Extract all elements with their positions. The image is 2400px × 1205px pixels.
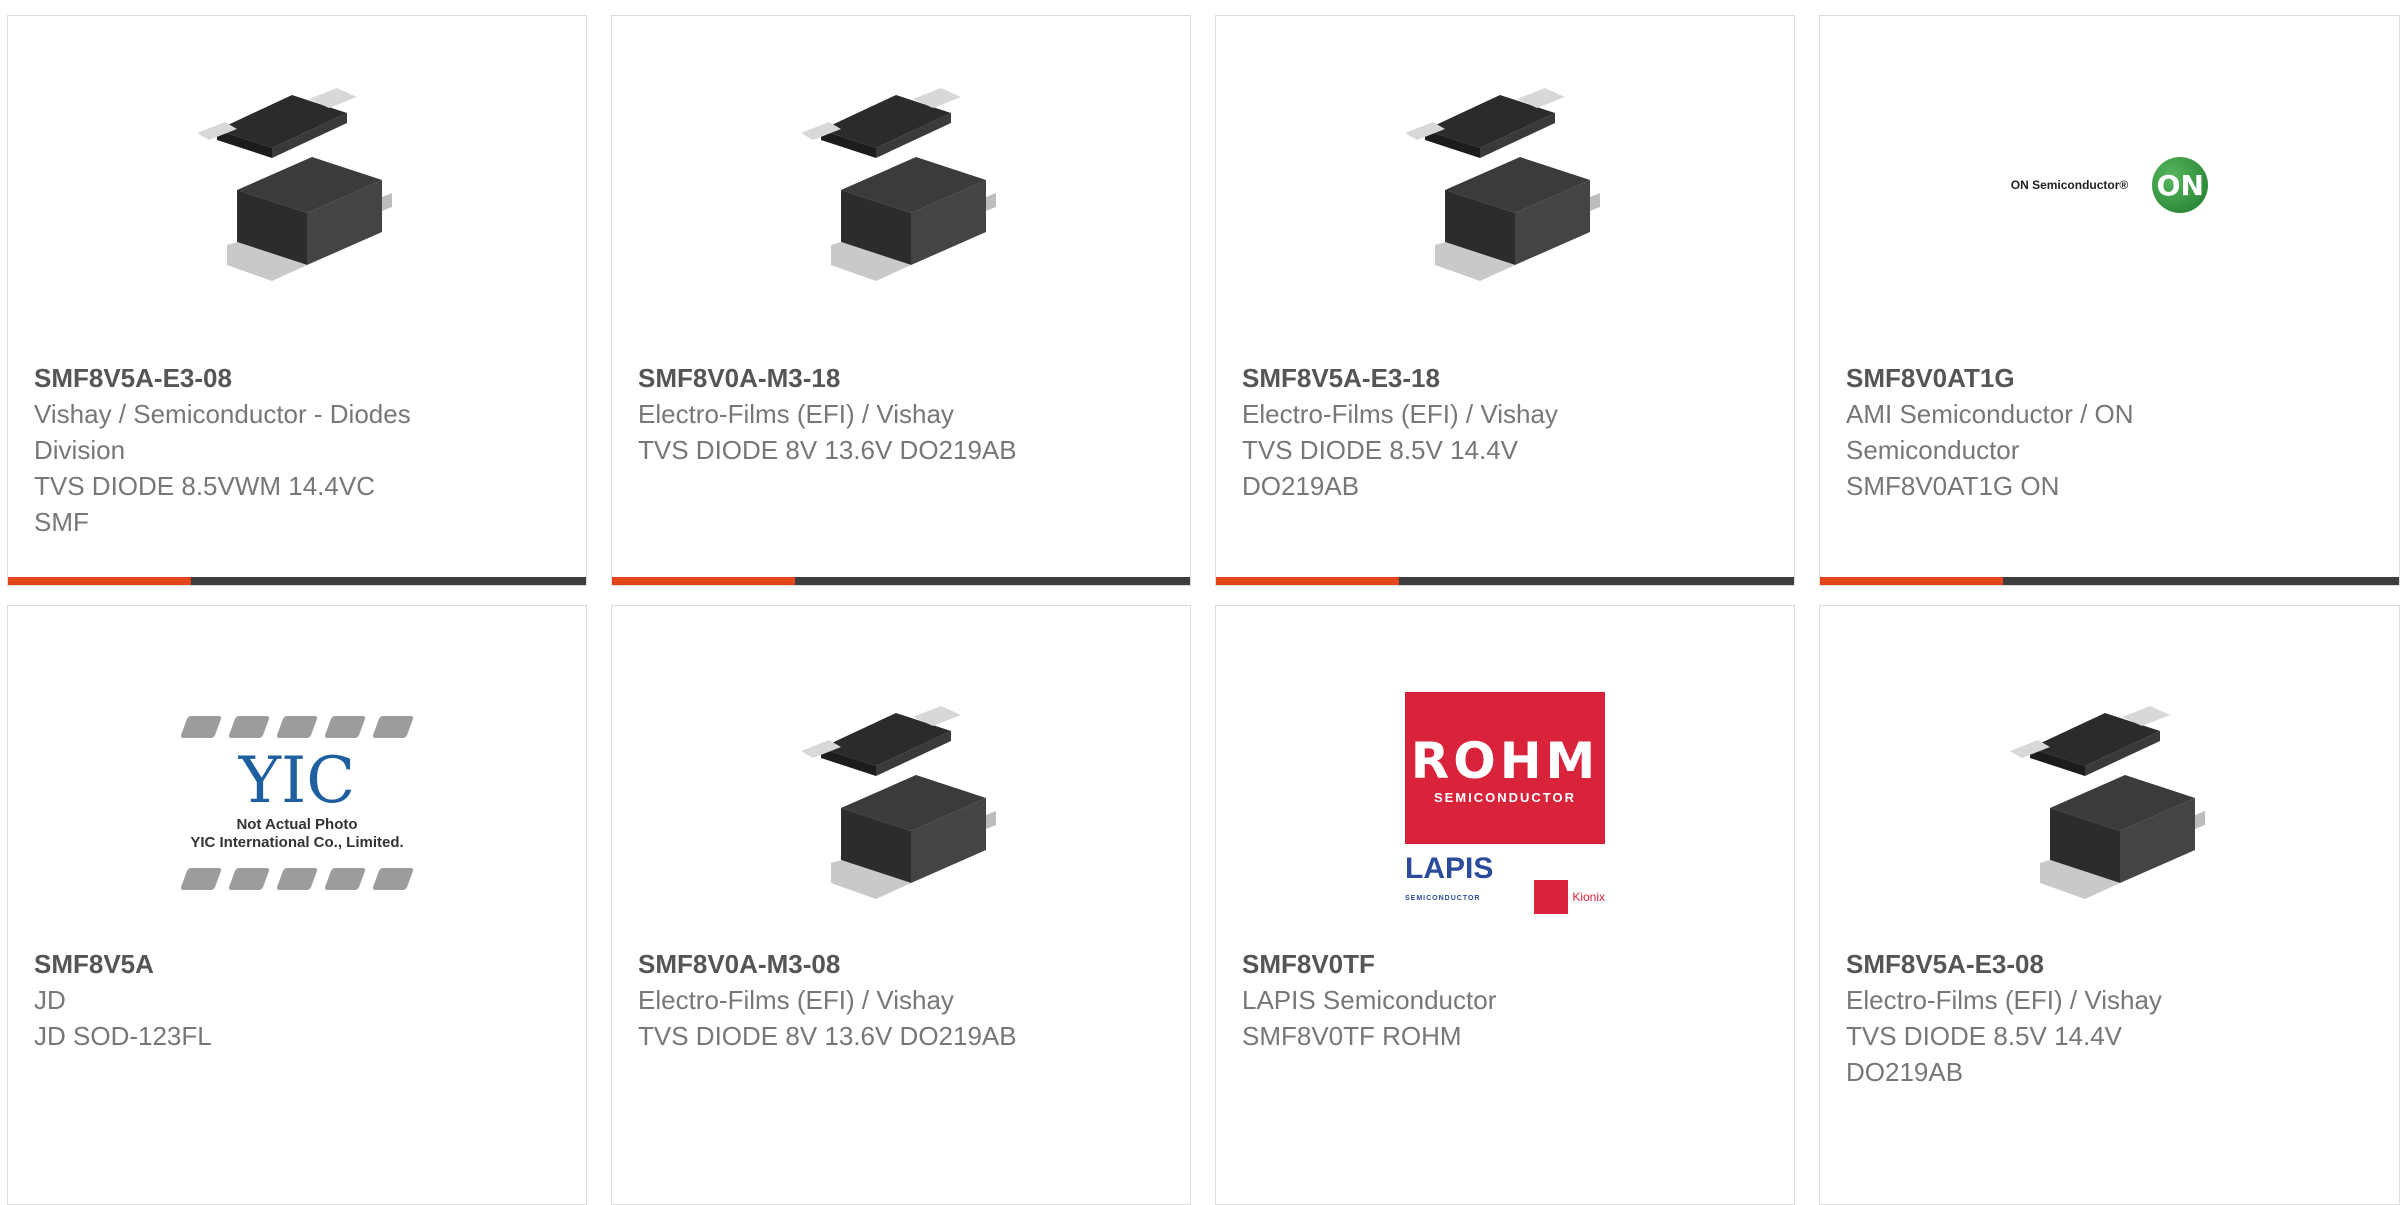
rohm-logo-block: ROHM SEMICONDUCTOR (1405, 692, 1605, 844)
card-bottom-bar (1216, 577, 1794, 585)
description: SMF8V0TF ROHM (1242, 1021, 1462, 1051)
yic-note-1: Not Actual Photo (236, 816, 358, 833)
product-card[interactable]: ROHM SEMICONDUCTOR LAPIS SEMICONDUCTOR K… (1215, 605, 1795, 1205)
product-image[interactable] (612, 668, 1190, 938)
description: SMF8V0AT1G ON (1846, 471, 2060, 501)
lapis-logo-text: LAPIS (1405, 852, 1494, 885)
product-info: SMF8V0A-M3-18 Electro-Films (EFI) / Vish… (638, 360, 1164, 468)
description: JD SOD-123FL (34, 1021, 212, 1051)
on-semiconductor-logo: ON Semiconductor® ON (2011, 157, 2209, 213)
product-info: SMF8V5A JD JD SOD-123FL (34, 946, 560, 1054)
card-bottom-bar (8, 577, 586, 585)
part-number[interactable]: SMF8V0TF (1242, 946, 1768, 982)
product-grid: SMF8V5A-E3-08 Vishay / Semiconductor - D… (0, 0, 2400, 1205)
rohm-logo-subtext: SEMICONDUCTOR (1433, 789, 1577, 805)
manufacturer: Vishay / Semiconductor - Diodes Division (34, 399, 411, 465)
diode-package-image (801, 88, 996, 281)
product-image[interactable]: ON Semiconductor® ON (1820, 78, 2399, 292)
product-info: SMF8V0AT1G AMI Semiconductor / ON Semico… (1846, 360, 2373, 504)
part-number[interactable]: SMF8V5A-E3-18 (1242, 360, 1768, 396)
manufacturer: AMI Semiconductor / ON Semiconductor (1846, 399, 2134, 465)
chip-row-icon (179, 716, 415, 738)
part-number[interactable]: SMF8V0A-M3-08 (638, 946, 1164, 982)
description: TVS DIODE 8V 13.6V DO219AB (638, 435, 1017, 465)
product-image[interactable] (1820, 668, 2399, 938)
rohm-logo-text: ROHM (1410, 731, 1600, 790)
manufacturer: Electro-Films (EFI) / Vishay (638, 399, 954, 429)
kionix-logo-text: Kionix (1572, 890, 1605, 904)
lapis-logo-subtext: SEMICONDUCTOR (1405, 895, 1481, 902)
product-info: SMF8V0A-M3-08 Electro-Films (EFI) / Vish… (638, 946, 1164, 1054)
product-card[interactable]: SMF8V5A-E3-18 Electro-Films (EFI) / Vish… (1215, 15, 1795, 586)
kionix-logo: Kionix (1534, 880, 1605, 914)
rohm-logo: ROHM SEMICONDUCTOR LAPIS SEMICONDUCTOR K… (1405, 692, 1605, 914)
product-card[interactable]: SMF8V0A-M3-08 Electro-Films (EFI) / Vish… (611, 605, 1191, 1205)
part-number[interactable]: SMF8V0AT1G (1846, 360, 2373, 396)
part-number[interactable]: SMF8V5A (34, 946, 560, 982)
product-image[interactable] (8, 78, 586, 292)
product-image[interactable]: ROHM SEMICONDUCTOR LAPIS SEMICONDUCTOR K… (1216, 668, 1794, 938)
product-info: SMF8V5A-E3-08 Electro-Films (EFI) / Vish… (1846, 946, 2373, 1090)
manufacturer: Electro-Films (EFI) / Vishay (1846, 985, 2162, 1015)
on-logo-text: ON Semiconductor® (2010, 178, 2129, 192)
diode-package-image (801, 706, 996, 899)
card-bottom-bar (1820, 577, 2399, 585)
lapis-logo: LAPIS SEMICONDUCTOR (1405, 854, 1493, 914)
yic-logo-mark: YIC (238, 744, 356, 818)
product-info: SMF8V5A-E3-18 Electro-Films (EFI) / Vish… (1242, 360, 1768, 504)
diode-package-image (197, 88, 392, 281)
chip-row-icon (179, 868, 415, 890)
kionix-mark-icon (1534, 880, 1569, 914)
product-image[interactable] (612, 78, 1190, 292)
part-number[interactable]: SMF8V0A-M3-18 (638, 360, 1164, 396)
manufacturer: Electro-Films (EFI) / Vishay (638, 985, 954, 1015)
product-card[interactable]: YIC Not Actual Photo YIC International C… (7, 605, 587, 1205)
product-card[interactable]: SMF8V5A-E3-08 Vishay / Semiconductor - D… (7, 15, 587, 586)
yic-note-2: YIC International Co., Limited. (190, 834, 404, 851)
product-card[interactable]: ON Semiconductor® ON SMF8V0AT1G AMI Semi… (1819, 15, 2400, 586)
yic-not-actual-photo: YIC Not Actual Photo YIC International C… (162, 716, 432, 890)
part-number[interactable]: SMF8V5A-E3-08 (34, 360, 560, 396)
manufacturer: LAPIS Semiconductor (1242, 985, 1497, 1015)
diode-package-image (2009, 706, 2205, 899)
description: TVS DIODE 8.5VWM 14.4VC SMF (34, 471, 375, 537)
product-info: SMF8V0TF LAPIS Semiconductor SMF8V0TF RO… (1242, 946, 1768, 1054)
description: TVS DIODE 8.5V 14.4V DO219AB (1846, 1021, 2123, 1087)
product-image[interactable] (1216, 78, 1794, 292)
product-image[interactable]: YIC Not Actual Photo YIC International C… (8, 668, 586, 938)
on-logo-mark: ON (2152, 157, 2209, 213)
card-bottom-bar (612, 577, 1190, 585)
description: TVS DIODE 8V 13.6V DO219AB (638, 1021, 1017, 1051)
product-card[interactable]: SMF8V0A-M3-18 Electro-Films (EFI) / Vish… (611, 15, 1191, 586)
part-number[interactable]: SMF8V5A-E3-08 (1846, 946, 2373, 982)
description: TVS DIODE 8.5V 14.4V DO219AB (1242, 435, 1519, 501)
product-info: SMF8V5A-E3-08 Vishay / Semiconductor - D… (34, 360, 560, 540)
product-card[interactable]: SMF8V5A-E3-08 Electro-Films (EFI) / Vish… (1819, 605, 2400, 1205)
manufacturer: JD (34, 985, 66, 1015)
manufacturer: Electro-Films (EFI) / Vishay (1242, 399, 1558, 429)
diode-package-image (1405, 88, 1600, 281)
